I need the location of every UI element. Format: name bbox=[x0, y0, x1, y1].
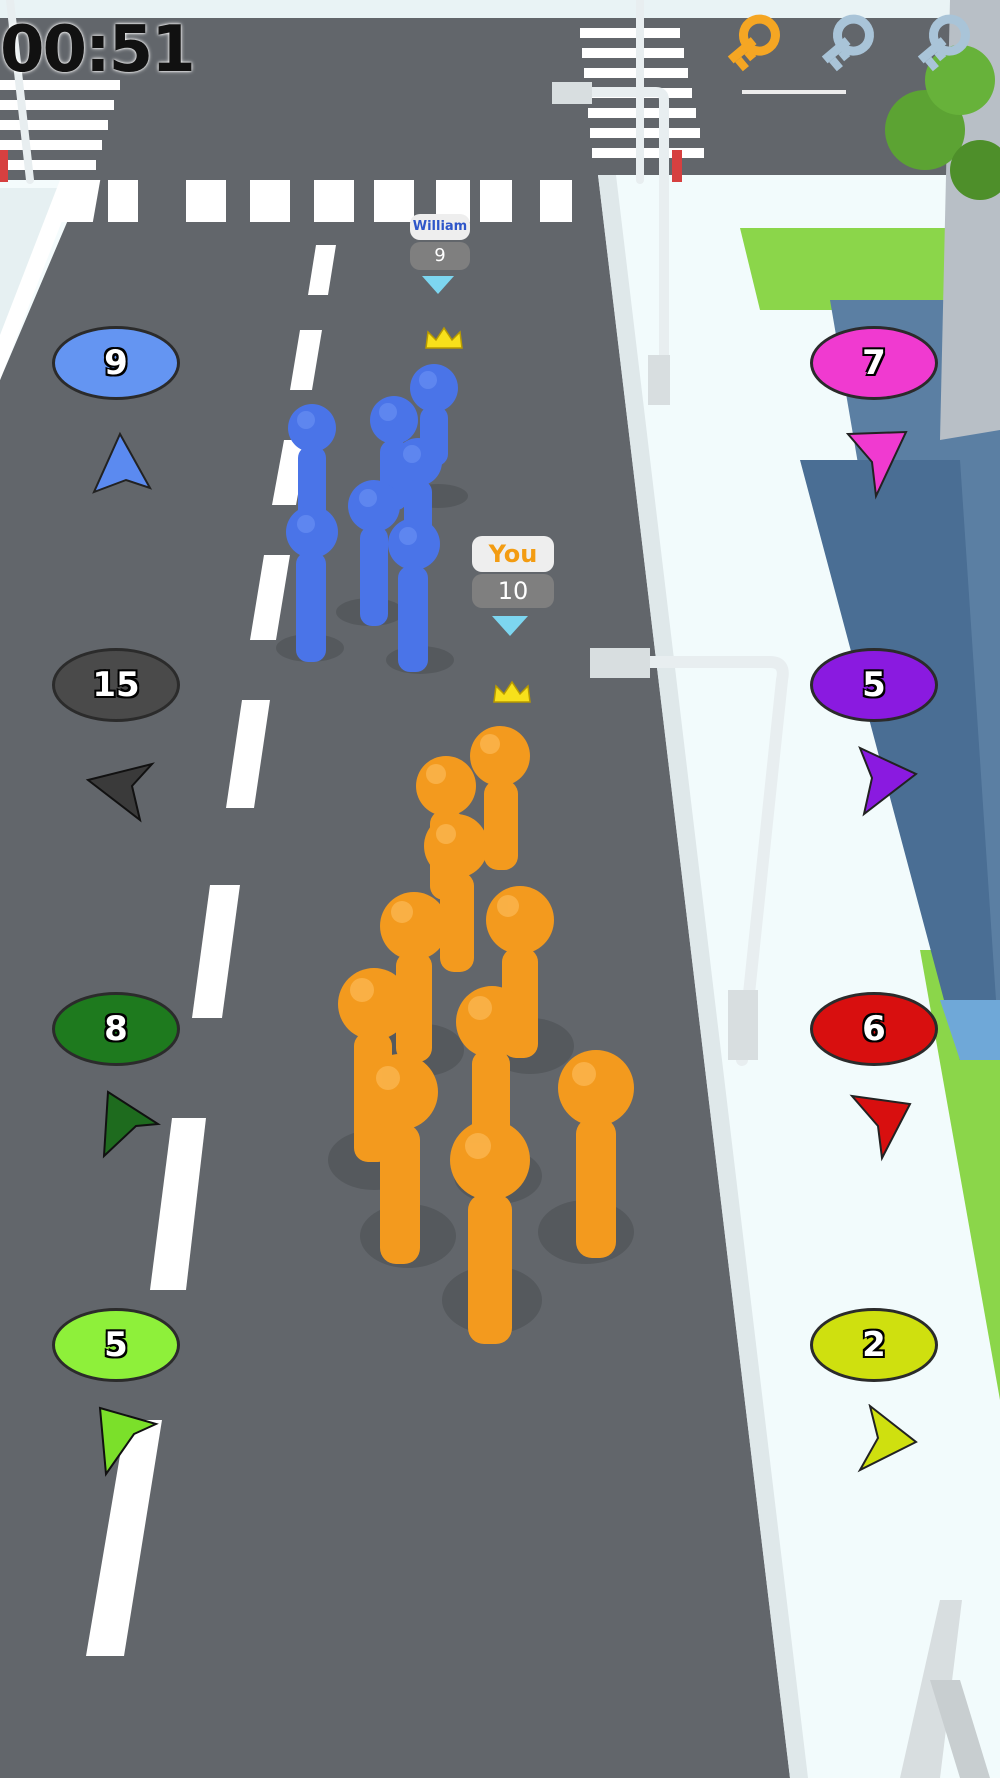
opponent-count: 9 bbox=[410, 242, 470, 270]
keys-divider bbox=[742, 90, 846, 94]
player-name-label: You bbox=[472, 536, 554, 572]
right-marker-1-arrow-icon bbox=[845, 430, 908, 500]
player-pointer-icon bbox=[492, 616, 528, 636]
opponent-name-label: William bbox=[410, 214, 470, 240]
opponent-pointer-icon bbox=[422, 276, 454, 294]
key-icon bbox=[908, 12, 988, 92]
left-marker-4-arrow-icon bbox=[98, 1406, 159, 1477]
right-marker-1-badge: 7 bbox=[810, 326, 938, 400]
player-crown-icon bbox=[493, 680, 531, 703]
left-marker-3-arrow-icon bbox=[102, 1090, 161, 1159]
left-marker-4-badge: 5 bbox=[52, 1308, 180, 1382]
right-marker-3-arrow-icon bbox=[849, 1094, 912, 1162]
game-scene: 00:51 William 9 You 10 9 15 8 5 7 5 6 2 bbox=[0, 0, 1000, 1778]
orange-runner bbox=[558, 1050, 634, 1258]
player-crowd bbox=[338, 726, 634, 1344]
right-marker-3-badge: 6 bbox=[810, 992, 938, 1066]
player-count: 10 bbox=[472, 574, 554, 608]
right-marker-4-badge: 2 bbox=[810, 1308, 938, 1382]
right-marker-2-arrow-icon bbox=[858, 746, 918, 817]
orange-runner bbox=[450, 1120, 530, 1344]
opponent-crown-icon bbox=[425, 326, 463, 349]
left-marker-3-badge: 8 bbox=[52, 992, 180, 1066]
key-icon bbox=[812, 12, 892, 92]
key-icon bbox=[718, 12, 798, 92]
left-marker-2-arrow-icon bbox=[85, 762, 155, 823]
left-marker-2-badge: 15 bbox=[52, 648, 180, 722]
timer: 00:51 bbox=[0, 13, 196, 87]
right-marker-2-badge: 5 bbox=[810, 648, 938, 722]
right-marker-4-arrow-icon bbox=[857, 1404, 918, 1473]
left-marker-1-badge: 9 bbox=[52, 326, 180, 400]
left-marker-1-arrow-icon bbox=[92, 431, 153, 494]
